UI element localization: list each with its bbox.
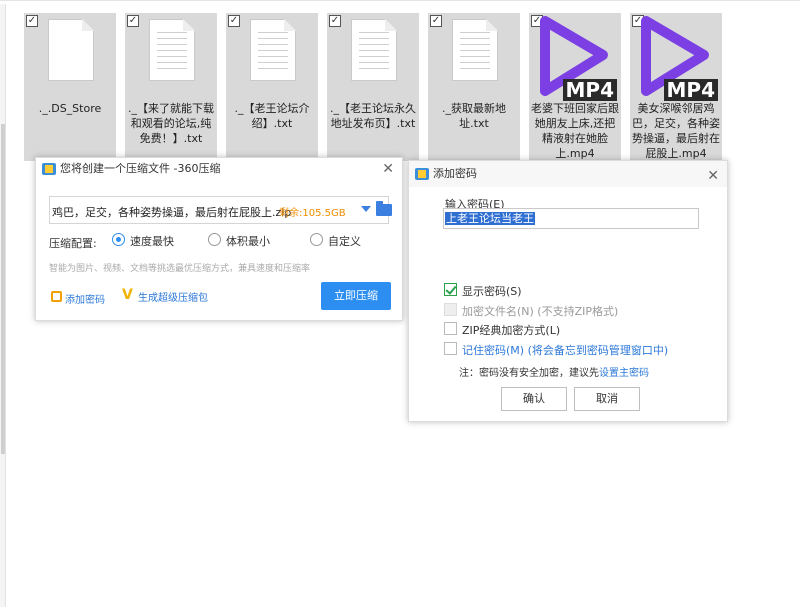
file-name: 老婆下班回家后跟她朋友上床,还把精液射在她脸上.mp4 bbox=[531, 102, 619, 160]
file-item[interactable]: ✓ ._【来了就能下载和观看的论坛,纯免费！】.txt bbox=[125, 13, 217, 161]
remember-password-checkbox[interactable]: 记住密码(M) (将会备忘到密码管理窗口中) bbox=[444, 342, 668, 358]
set-master-password-link[interactable]: 设置主密码 bbox=[599, 368, 649, 379]
checkbox-box[interactable] bbox=[444, 322, 457, 335]
left-scrollbar[interactable] bbox=[0, 4, 6, 607]
compress-dialog: 您将创建一个压缩文件 -360压缩 ✕ 鸡巴，足交，各种姿势操逼，最后射在屁股上… bbox=[35, 157, 403, 321]
desktop-stage: ✓ ._.DS_Store ✓ ._【来了就能下载和观看的论坛,纯免费！】.tx… bbox=[0, 0, 800, 607]
compress-dialog-titlebar: 您将创建一个压缩文件 -360压缩 ✕ bbox=[36, 158, 402, 180]
text-file-icon bbox=[351, 19, 397, 81]
file-name: ._【老王论坛介绍】.txt bbox=[234, 102, 310, 130]
blank-file-icon bbox=[48, 19, 94, 81]
close-icon[interactable]: ✕ bbox=[707, 163, 719, 189]
zip-classic-encryption-checkbox[interactable]: ZIP经典加密方式(L) bbox=[444, 322, 560, 338]
text-file-icon bbox=[452, 19, 498, 81]
window-top-border bbox=[0, 0, 800, 4]
add-password-label[interactable]: 添加密码 bbox=[65, 295, 105, 306]
radio-dot[interactable] bbox=[208, 233, 221, 246]
mp4-video-icon: MP4 bbox=[535, 15, 619, 101]
text-file-icon bbox=[149, 19, 195, 81]
security-note: 注：密码没有安全加密，建议先设置主密码 bbox=[459, 364, 649, 379]
note-text: 注：密码没有安全加密，建议先 bbox=[459, 368, 599, 379]
compress-mode-label: 压缩配置: bbox=[49, 237, 97, 250]
v-icon: V bbox=[122, 287, 133, 303]
radio-label: 自定义 bbox=[328, 235, 361, 248]
mp4-badge: MP4 bbox=[562, 79, 617, 101]
close-icon[interactable]: ✕ bbox=[382, 158, 394, 180]
mp4-video-icon: MP4 bbox=[636, 15, 720, 101]
show-password-checkbox[interactable]: 显示密码(S) bbox=[444, 283, 522, 299]
free-space-label: 剩余:105.5GB bbox=[279, 208, 346, 219]
scrollbar-thumb[interactable] bbox=[1, 124, 5, 454]
text-file-icon bbox=[250, 19, 296, 81]
checkbox-box[interactable] bbox=[444, 283, 457, 296]
file-item[interactable]: ✓ ._【老王论坛永久地址发布页】.txt bbox=[327, 13, 419, 161]
file-name: ._.DS_Store bbox=[38, 102, 102, 115]
checkbox-box[interactable] bbox=[444, 342, 457, 355]
compress-hint: 智能为图片、视频、文档等挑选最优压缩方式，兼具速度和压缩率 bbox=[49, 264, 311, 274]
checkbox-label: 显示密码(S) bbox=[462, 285, 522, 298]
cancel-button[interactable]: 取消 bbox=[574, 387, 640, 411]
password-dialog-titlebar: 添加密码 ✕ bbox=[409, 161, 727, 187]
file-item[interactable]: ✓ MP4 美女深喉邻居鸡巴，足交，各种姿势操逼，最后射在屁股上.mp4 bbox=[630, 13, 722, 161]
file-checkbox[interactable]: ✓ bbox=[329, 15, 341, 27]
checkbox-label: 记住密码(M) (将会备忘到密码管理窗口中) bbox=[462, 344, 669, 357]
file-name: 美女深喉邻居鸡巴，足交，各种姿势操逼，最后射在屁股上.mp4 bbox=[632, 102, 720, 160]
mp4-badge: MP4 bbox=[663, 79, 718, 101]
folder-icon[interactable] bbox=[376, 201, 392, 216]
password-dialog-title: 添加密码 bbox=[433, 167, 477, 180]
file-name: ._获取最新地址.txt bbox=[442, 102, 506, 130]
radio-fastest[interactable]: 速度最快 bbox=[112, 233, 174, 249]
file-checkbox[interactable]: ✓ bbox=[26, 15, 38, 27]
lock-icon bbox=[51, 291, 62, 302]
file-item[interactable]: ✓ ._【老王论坛介绍】.txt bbox=[226, 13, 318, 161]
radio-custom[interactable]: 自定义 bbox=[310, 233, 361, 249]
file-checkbox[interactable]: ✓ bbox=[127, 15, 139, 27]
password-input[interactable]: 上老王论坛当老王 bbox=[443, 208, 699, 229]
password-value[interactable]: 上老王论坛当老王 bbox=[445, 212, 535, 225]
output-path-text[interactable]: 鸡巴，足交，各种姿势操逼，最后射在屁股上.zip bbox=[52, 204, 291, 220]
super-zip-label[interactable]: 生成超级压缩包 bbox=[138, 293, 208, 304]
file-item[interactable]: ✓ MP4 老婆下班回家后跟她朋友上床,还把精液射在她脸上.mp4 bbox=[529, 13, 621, 161]
super-zip-link[interactable]: V 生成超级压缩包 bbox=[122, 287, 208, 304]
file-item[interactable]: ✓ ._.DS_Store bbox=[24, 13, 116, 161]
file-name: ._【老王论坛永久地址发布页】.txt bbox=[330, 102, 416, 130]
file-item[interactable]: ✓ ._获取最新地址.txt bbox=[428, 13, 520, 161]
encrypt-filenames-checkbox: 加密文件名(N) (不支持ZIP格式) bbox=[444, 303, 618, 319]
checkbox-label: ZIP经典加密方式(L) bbox=[462, 324, 561, 337]
file-name: ._【来了就能下载和观看的论坛,纯免费！】.txt bbox=[128, 102, 214, 145]
add-password-dialog: 添加密码 ✕ 输入密码(E) 上老王论坛当老王 显示密码(S) 加密文件名(N)… bbox=[408, 160, 728, 422]
compress-dialog-title: 您将创建一个压缩文件 -360压缩 bbox=[60, 162, 221, 175]
radio-smallest[interactable]: 体积最小 bbox=[208, 233, 270, 249]
add-password-link[interactable]: 添加密码 bbox=[51, 291, 105, 306]
output-path-field[interactable]: 鸡巴，足交，各种姿势操逼，最后射在屁股上.zip 剩余:105.5GB bbox=[49, 196, 392, 224]
compress-now-button[interactable]: 立即压缩 bbox=[321, 282, 391, 310]
confirm-button[interactable]: 确认 bbox=[501, 387, 567, 411]
archive-app-icon bbox=[415, 168, 429, 180]
radio-dot[interactable] bbox=[112, 233, 125, 246]
file-checkbox[interactable]: ✓ bbox=[228, 15, 240, 27]
chevron-down-icon[interactable] bbox=[361, 206, 371, 212]
radio-label: 速度最快 bbox=[130, 235, 174, 248]
radio-dot[interactable] bbox=[310, 233, 323, 246]
radio-label: 体积最小 bbox=[226, 235, 270, 248]
archive-app-icon bbox=[42, 163, 56, 175]
checkbox-box bbox=[444, 303, 457, 316]
checkbox-label: 加密文件名(N) (不支持ZIP格式) bbox=[462, 305, 619, 318]
file-checkbox[interactable]: ✓ bbox=[430, 15, 442, 27]
